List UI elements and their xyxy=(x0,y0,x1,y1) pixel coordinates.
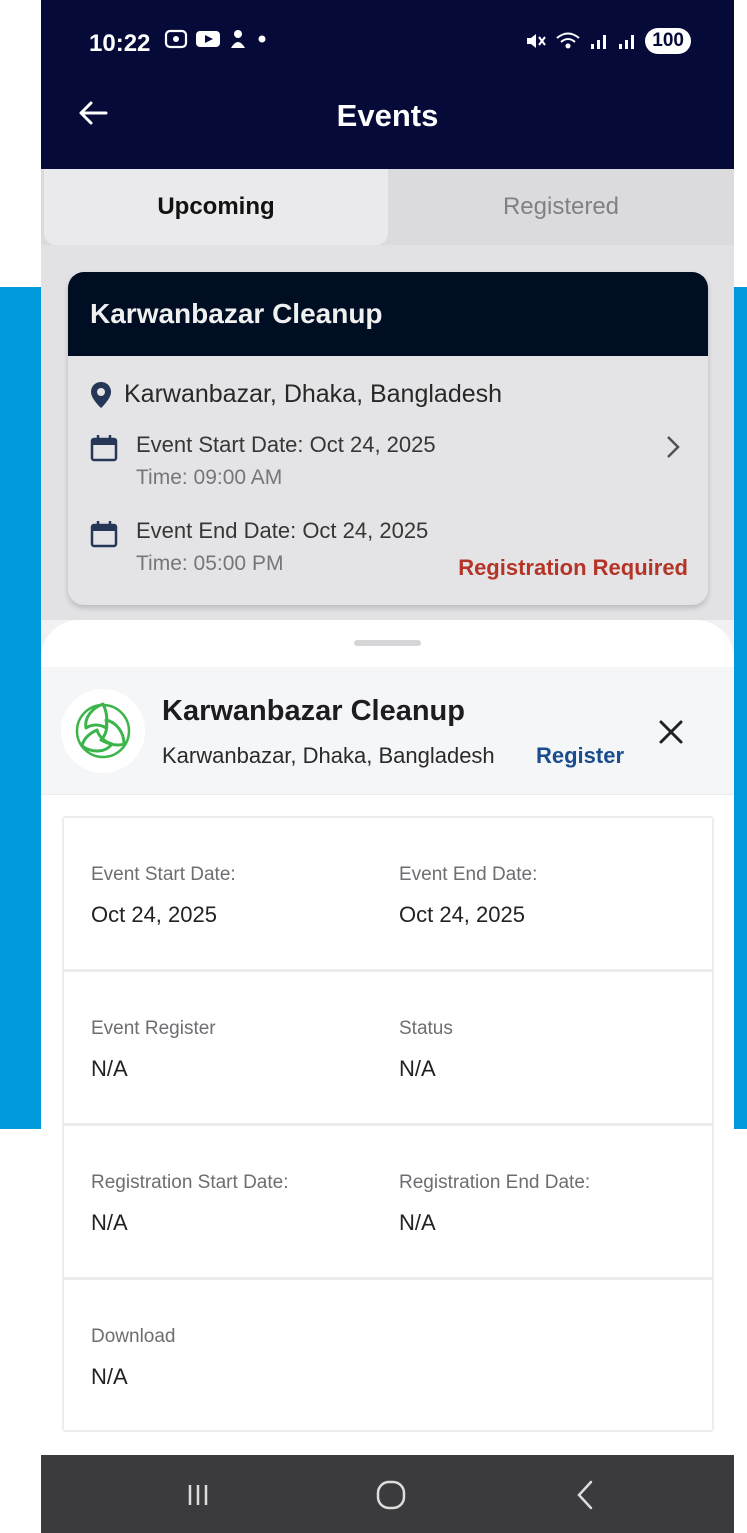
app-header: 10:22 100 Events xyxy=(41,0,734,169)
more-dot-icon xyxy=(258,35,266,43)
detail-label: Event Start Date: xyxy=(91,864,236,885)
status-cell: Status N/A xyxy=(399,1018,453,1082)
register-button[interactable]: Register xyxy=(536,743,624,769)
signal-icon-2 xyxy=(619,35,635,49)
detail-row: Event Start Date: Oct 24, 2025 Event End… xyxy=(64,818,712,972)
screenshot-icon xyxy=(164,29,188,49)
backdrop-left xyxy=(0,287,41,1129)
sheet-location: Karwanbazar, Dhaka, Bangladesh xyxy=(162,743,495,768)
detail-value[interactable]: N/A xyxy=(91,1364,176,1390)
sheet-header: Karwanbazar Cleanup Karwanbazar, Dhaka, … xyxy=(41,667,734,795)
page-title: Events xyxy=(336,98,439,133)
registration-end-cell: Registration End Date: N/A xyxy=(399,1172,590,1236)
system-icons: 100 xyxy=(525,28,691,54)
detail-label: Status xyxy=(399,1018,453,1039)
close-icon[interactable] xyxy=(656,717,686,747)
sheet-drag-handle[interactable] xyxy=(354,640,421,646)
detail-label: Event Register xyxy=(91,1018,216,1039)
detail-value: Oct 24, 2025 xyxy=(91,902,217,927)
signal-icon xyxy=(591,35,607,49)
youtube-icon xyxy=(196,31,220,47)
download-cell: Download N/A xyxy=(91,1326,176,1390)
event-start-date-cell: Event Start Date: Oct 24, 2025 xyxy=(91,864,236,928)
detail-row: Registration Start Date: N/A Registratio… xyxy=(64,1126,712,1280)
detail-label: Download xyxy=(91,1326,176,1347)
nav-back-icon[interactable] xyxy=(566,1475,606,1515)
notification-icons xyxy=(164,28,269,50)
detail-row: Download N/A xyxy=(64,1280,712,1430)
detail-value: N/A xyxy=(399,1210,436,1235)
phone-screen: 10:22 100 Events Upcoming Registered Kar… xyxy=(41,0,734,1533)
backdrop-right xyxy=(734,287,747,1129)
detail-label: Event End Date: xyxy=(399,864,538,885)
detail-value: N/A xyxy=(399,1056,436,1081)
nav-recents-icon[interactable] xyxy=(178,1475,218,1515)
app-notification-icon xyxy=(231,30,245,48)
detail-value: Oct 24, 2025 xyxy=(399,902,525,927)
sheet-title: Karwanbazar Cleanup xyxy=(162,695,465,727)
status-bar: 10:22 100 xyxy=(41,20,734,70)
event-details-grid: Event Start Date: Oct 24, 2025 Event End… xyxy=(62,816,714,1432)
nav-home-icon[interactable] xyxy=(371,1475,411,1515)
mute-icon xyxy=(527,34,547,48)
registration-start-cell: Registration Start Date: N/A xyxy=(91,1172,288,1236)
detail-label: Registration Start Date: xyxy=(91,1172,289,1193)
detail-label: Registration End Date: xyxy=(399,1172,591,1193)
detail-value: N/A xyxy=(91,1056,128,1081)
system-nav-bar xyxy=(41,1455,734,1533)
status-time: 10:22 xyxy=(89,30,151,57)
event-detail-sheet: Karwanbazar Cleanup Karwanbazar, Dhaka, … xyxy=(41,620,734,1455)
detail-value: N/A xyxy=(91,1210,128,1235)
event-end-date-cell: Event End Date: Oct 24, 2025 xyxy=(399,864,537,928)
recycle-logo-icon xyxy=(61,689,145,773)
wifi-icon xyxy=(556,32,580,49)
battery-indicator: 100 xyxy=(645,28,691,54)
detail-row: Event Register N/A Status N/A xyxy=(64,972,712,1126)
event-register-cell: Event Register N/A xyxy=(91,1018,216,1082)
scrim xyxy=(41,169,734,620)
